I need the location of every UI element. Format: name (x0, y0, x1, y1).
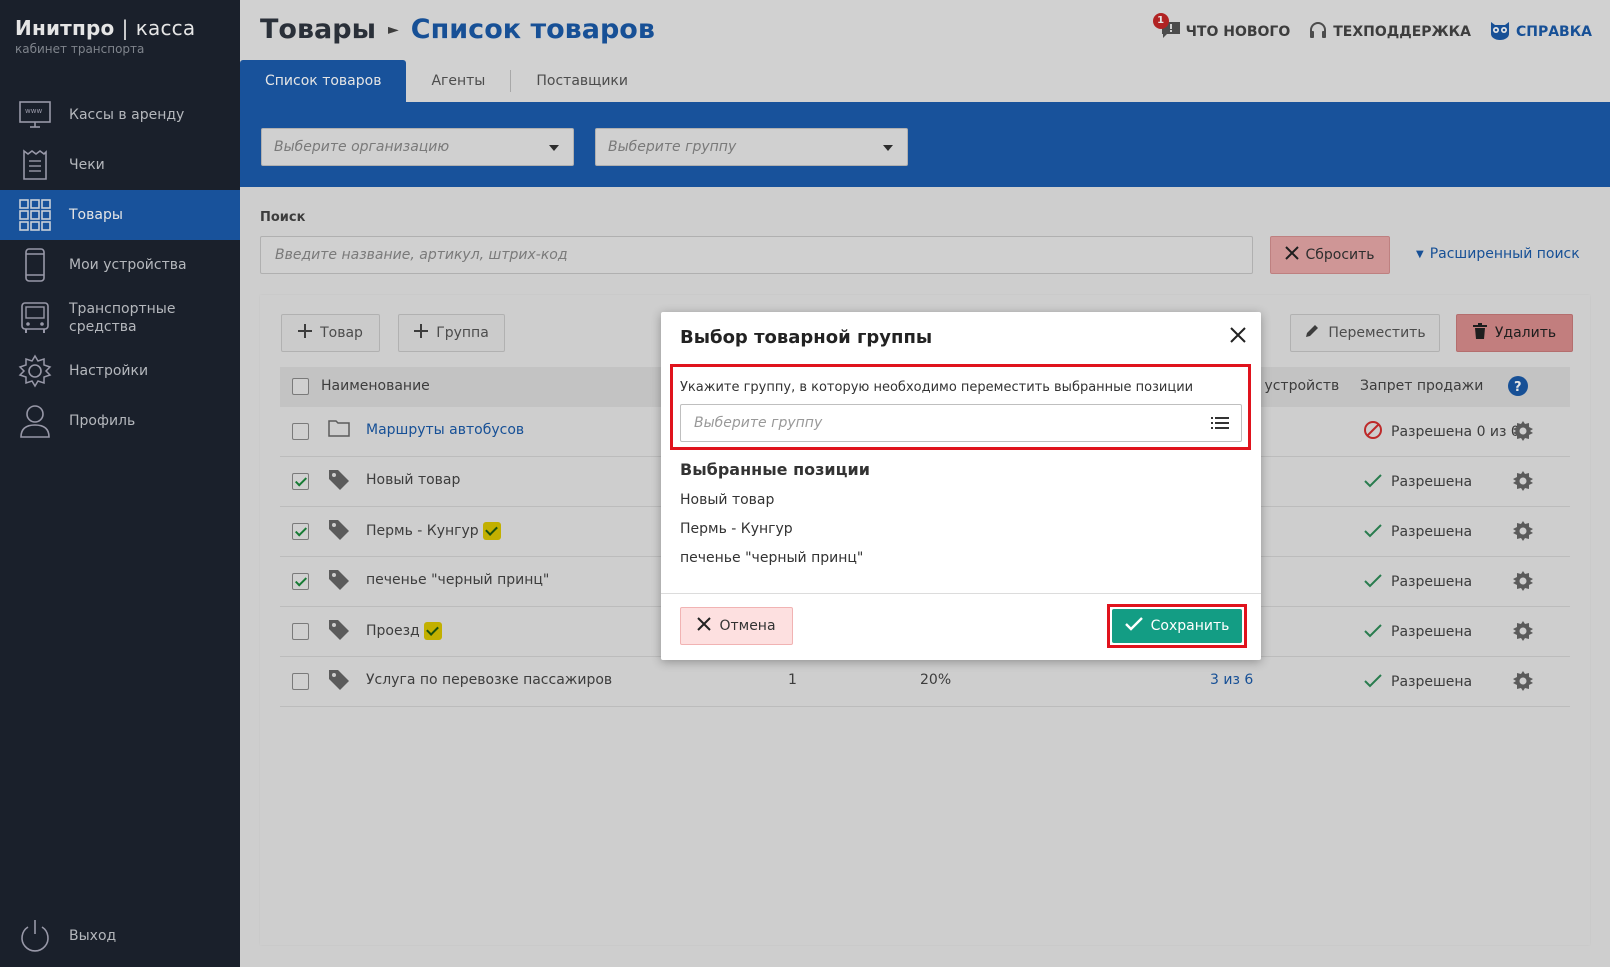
cancel-button[interactable]: Отмена (680, 607, 793, 645)
selected-item: Новый товар (680, 492, 775, 508)
selected-items-title: Выбранные позиции (680, 460, 870, 479)
check-icon (1124, 617, 1143, 635)
selected-item: Пермь - Кунгур (680, 521, 793, 537)
list-icon[interactable] (1211, 416, 1229, 434)
save-label: Сохранить (1150, 618, 1230, 634)
save-highlight-frame: Сохранить (1107, 604, 1247, 648)
save-button[interactable]: Сохранить (1112, 609, 1242, 643)
move-group-dialog: Выбор товарной группы Укажите группу, в … (661, 312, 1261, 660)
close-icon[interactable] (1229, 326, 1247, 348)
close-icon (697, 617, 712, 635)
dialog-title: Выбор товарной группы (680, 327, 933, 348)
target-group-placeholder: Выберите группу (694, 415, 823, 431)
group-field-label: Укажите группу, в которую необходимо пер… (680, 380, 1194, 395)
selected-item: печенье "черный принц" (680, 550, 864, 566)
dialog-footer-divider (661, 593, 1261, 594)
target-group-input[interactable]: Выберите группу (680, 404, 1242, 442)
cancel-label: Отмена (719, 618, 776, 634)
